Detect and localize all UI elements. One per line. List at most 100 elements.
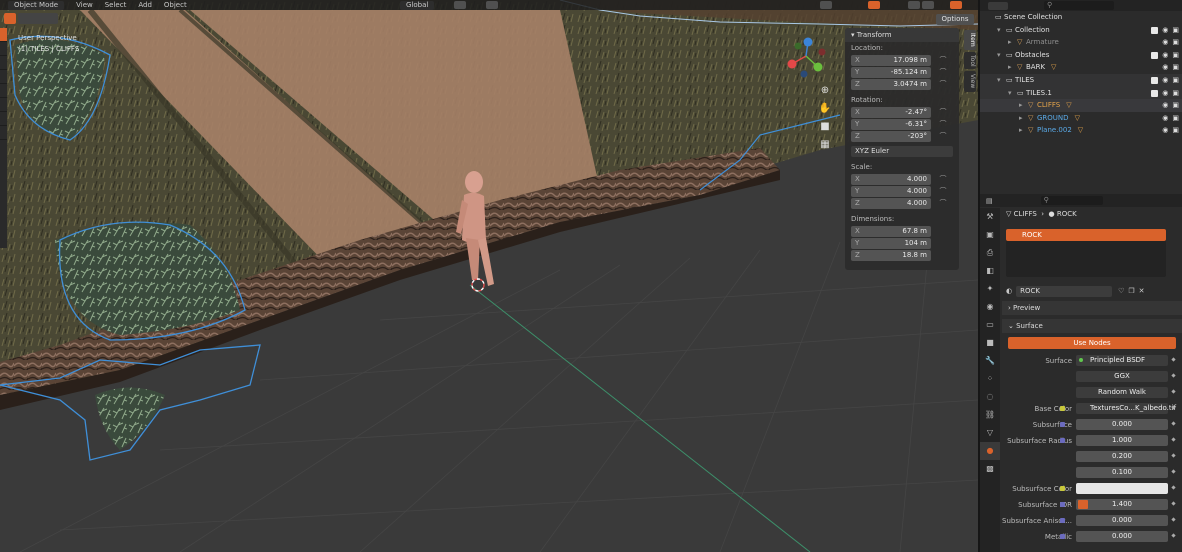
- surface-panel-header[interactable]: ⌄ Surface: [1002, 319, 1182, 333]
- keyframe-icon[interactable]: [1171, 437, 1176, 442]
- preview-panel-header[interactable]: › Preview: [1002, 301, 1182, 315]
- expand-arrow-icon[interactable]: ▸: [1019, 112, 1028, 125]
- select-box-tool[interactable]: [0, 28, 7, 42]
- visibility-eye-icon[interactable]: ◉: [1162, 24, 1168, 37]
- modifier-tab-icon[interactable]: 🔧: [980, 352, 1000, 370]
- input-socket-icon[interactable]: [1060, 534, 1065, 539]
- menu-add[interactable]: Add: [138, 1, 152, 10]
- keyframe-icon[interactable]: [1171, 533, 1176, 538]
- keyframe-icon[interactable]: [1171, 501, 1176, 506]
- overlay-toggle-button[interactable]: [868, 1, 880, 9]
- visibility-eye-icon[interactable]: ◉: [1162, 112, 1168, 125]
- cursor-tool[interactable]: [0, 42, 7, 56]
- world-tab-icon[interactable]: ◉: [980, 298, 1000, 316]
- data-tab-icon[interactable]: ▽: [980, 424, 1000, 442]
- visibility-eye-icon[interactable]: ◉: [1162, 74, 1168, 87]
- grid-icon[interactable]: ▦: [818, 138, 832, 152]
- particles-tab-icon[interactable]: ⁘: [980, 370, 1000, 388]
- transform-panel-header[interactable]: ▾ Transform: [845, 28, 959, 42]
- exclude-checkbox[interactable]: [1151, 89, 1159, 97]
- view-layer-tab-icon[interactable]: ◧: [980, 262, 1000, 280]
- lock-icon[interactable]: ⌒: [937, 186, 949, 196]
- outliner-row[interactable]: ▾ ▭ Collection ◉ ▣: [980, 24, 1182, 37]
- outliner-row[interactable]: ▸ ▽ GROUND ▽ ◉ ▣: [980, 112, 1182, 125]
- dimensions-y-field[interactable]: Y 104 m: [851, 237, 931, 249]
- material-browse-icon[interactable]: ◐: [1006, 287, 1012, 295]
- lock-icon[interactable]: ⌒: [937, 55, 949, 65]
- input-socket-icon[interactable]: [1060, 518, 1065, 523]
- lock-icon[interactable]: ⌒: [937, 119, 949, 129]
- input-socket-icon[interactable]: [1060, 438, 1065, 443]
- dimensions-x-field[interactable]: X 67.8 m: [851, 225, 931, 237]
- measure-tool[interactable]: [0, 126, 7, 140]
- material-name-field[interactable]: ROCK: [1016, 285, 1113, 297]
- scale-y-field[interactable]: Y 4.000: [851, 185, 931, 197]
- menu-object[interactable]: Object: [164, 1, 187, 10]
- outliner-search-input[interactable]: ⚲: [1044, 1, 1114, 10]
- method-dropdown[interactable]: GGX: [1076, 371, 1168, 382]
- scene-tab-icon[interactable]: ✦: [980, 280, 1000, 298]
- render-camera-icon[interactable]: ▣: [1172, 24, 1179, 37]
- zoom-icon[interactable]: ⊕: [818, 84, 832, 98]
- transform-tool[interactable]: [0, 98, 7, 112]
- menu-select[interactable]: Select: [105, 1, 127, 10]
- visibility-eye-icon[interactable]: ◉: [1162, 124, 1168, 137]
- visibility-eye-icon[interactable]: ◉: [1162, 49, 1168, 62]
- keyframe-icon[interactable]: [1171, 357, 1176, 362]
- tab-view[interactable]: View: [964, 71, 976, 92]
- exclude-checkbox[interactable]: [1151, 51, 1159, 59]
- render-tab-icon[interactable]: ▣: [980, 226, 1000, 244]
- expand-arrow-icon[interactable]: ▸: [1019, 99, 1028, 112]
- location-z-field[interactable]: Z 3.0474 m: [851, 78, 931, 90]
- property-value-field[interactable]: 0.000: [1076, 515, 1168, 526]
- shading-wireframe-button[interactable]: [908, 1, 920, 9]
- mode-selector[interactable]: Object Mode: [8, 0, 65, 10]
- expand-arrow-icon[interactable]: ▾: [997, 49, 1006, 62]
- color-socket-icon[interactable]: [1060, 406, 1065, 411]
- move-tool[interactable]: [0, 56, 7, 70]
- use-nodes-button[interactable]: Use Nodes: [1008, 337, 1176, 349]
- property-value-field[interactable]: 0.200: [1076, 451, 1168, 462]
- render-camera-icon[interactable]: ▣: [1172, 124, 1179, 137]
- outliner-row[interactable]: ▾ ▭ TILES.1 ◉ ▣: [980, 86, 1182, 100]
- outliner-row[interactable]: ▸ ▽ BARK ▽ ◉ ▣: [980, 61, 1182, 74]
- keyframe-icon[interactable]: [1171, 453, 1176, 458]
- property-value-field[interactable]: 1.000: [1076, 435, 1168, 446]
- dimensions-z-field[interactable]: Z 18.8 m: [851, 249, 931, 261]
- visibility-eye-icon[interactable]: ◉: [1162, 87, 1168, 100]
- scale-tool[interactable]: [0, 84, 7, 98]
- collection-tab-icon[interactable]: ▭: [980, 316, 1000, 334]
- options-button[interactable]: Options: [936, 14, 974, 25]
- material-tab-icon[interactable]: ●: [980, 442, 1000, 460]
- keyframe-icon[interactable]: [1171, 389, 1176, 394]
- location-y-field[interactable]: Y -85.124 m: [851, 66, 931, 78]
- expand-arrow-icon[interactable]: ▸: [1019, 124, 1028, 137]
- expand-arrow-icon[interactable]: ▸: [1008, 61, 1017, 74]
- render-camera-icon[interactable]: ▣: [1172, 49, 1179, 62]
- menu-view[interactable]: View: [76, 1, 93, 10]
- location-x-field[interactable]: X 17.098 m: [851, 54, 931, 66]
- render-camera-icon[interactable]: ▣: [1172, 112, 1179, 125]
- fake-user-icon[interactable]: ♡: [1118, 287, 1124, 295]
- keyframe-icon[interactable]: [1171, 421, 1176, 426]
- material-slot-item[interactable]: ROCK: [1006, 229, 1166, 241]
- shading-solid-button[interactable]: [922, 1, 934, 9]
- lock-icon[interactable]: ⌒: [937, 79, 949, 89]
- exclude-checkbox[interactable]: [1151, 26, 1159, 34]
- visibility-eye-icon[interactable]: ◉: [1162, 99, 1168, 112]
- scale-z-field[interactable]: Z 4.000: [851, 197, 931, 209]
- object-tab-icon[interactable]: ■: [980, 334, 1000, 352]
- keyframe-icon[interactable]: [1171, 485, 1176, 490]
- outliner-row[interactable]: ▭ Scene Collection: [980, 11, 1182, 24]
- property-value-field[interactable]: 0.100: [1076, 467, 1168, 478]
- keyframe-icon[interactable]: [1171, 517, 1176, 522]
- method-dropdown[interactable]: Random Walk: [1076, 387, 1168, 398]
- render-camera-icon[interactable]: ▣: [1172, 87, 1179, 100]
- properties-search-input[interactable]: ⚲: [1040, 196, 1103, 205]
- constraints-tab-icon[interactable]: ⛓: [980, 406, 1000, 424]
- display-mode-dropdown[interactable]: [988, 1, 1008, 10]
- subsurface-color-swatch[interactable]: [1076, 483, 1168, 494]
- annotate-tool[interactable]: [0, 112, 7, 126]
- gizmo-toggle-button[interactable]: [820, 1, 832, 9]
- transform-orientation-dropdown[interactable]: Global: [400, 0, 435, 10]
